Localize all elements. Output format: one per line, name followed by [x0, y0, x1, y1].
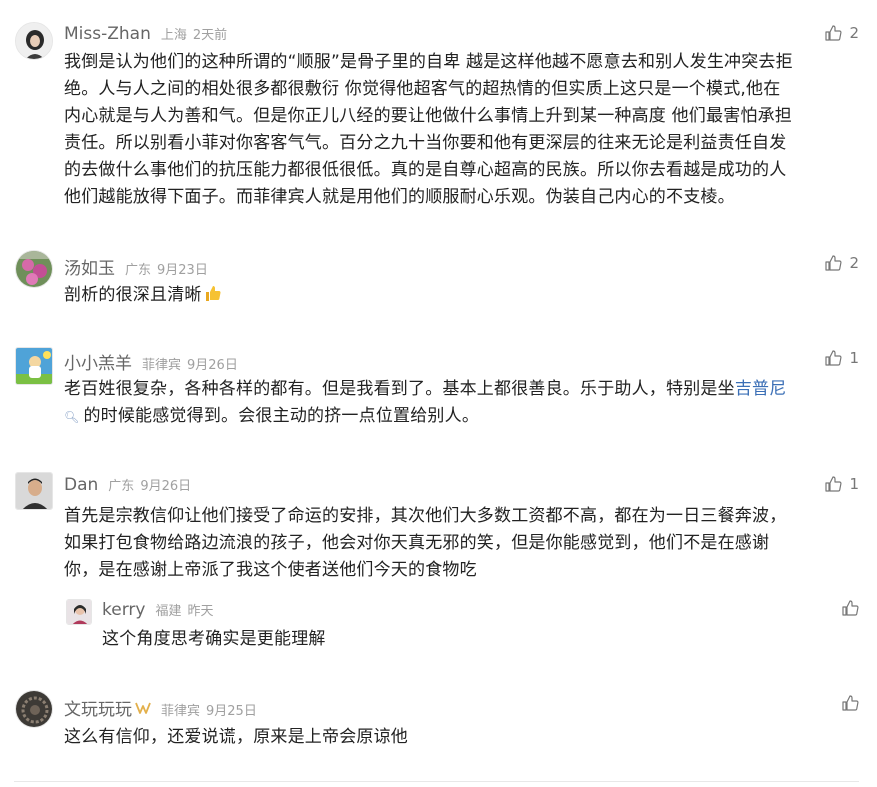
avatar[interactable]	[66, 599, 92, 625]
keyword-link[interactable]: 吉普尼	[735, 379, 787, 399]
search-icon[interactable]: 🔍︎	[64, 410, 79, 424]
comment-line: 首先是宗教信仰让他们接受了命运的安排，其次他们大多数工资都不高，都在为一日三餐奔…	[64, 506, 787, 526]
divider	[14, 781, 859, 782]
comment-line: 我倒是认为他们的这种所谓的“顺服”是骨子里的自卑 越是这样他越不愿意去和别人发生…	[64, 52, 793, 72]
like-count: 1	[849, 349, 859, 367]
comment-line: 你，是在感谢上帝派了我这个使者送他们今天的食物吃	[64, 560, 477, 580]
username[interactable]: 小小羔羊	[64, 349, 132, 374]
thumbs-up-emoji-icon	[204, 284, 222, 311]
location: 上海	[160, 28, 187, 43]
comment-text: 剖析的很深且清晰	[64, 282, 844, 311]
thumb-up-icon	[842, 600, 859, 616]
username[interactable]: 文玩玩玩	[64, 695, 132, 720]
comment-text: 这么有信仰，还爱说谎，原来是上帝会原谅他	[64, 724, 864, 751]
username[interactable]: 汤如玉	[64, 254, 115, 279]
reply-text: 这个角度思考确实是更能理解	[102, 626, 842, 653]
comment-line: 如果打包食物给路边流浪的孩子，他会对你天真无邪的笑，但是你能感觉到，他们不是在感…	[64, 533, 770, 553]
timestamp: 昨天	[187, 604, 214, 619]
like-button[interactable]: 2	[825, 24, 859, 42]
thumb-up-icon	[825, 25, 842, 41]
comment-line: 这么有信仰，还爱说谎，原来是上帝会原谅他	[64, 727, 408, 747]
avatar[interactable]	[15, 22, 53, 60]
thumb-up-icon	[825, 350, 842, 366]
username[interactable]: Dan	[64, 475, 98, 495]
comment-line: 他们越能放得下面子。而菲律宾人就是用他们的顺服耐心乐观。伪装自己内心的不支棱。	[64, 187, 735, 207]
timestamp: 9月26日	[187, 358, 238, 373]
comment-line: 剖析的很深且清晰	[64, 285, 202, 305]
timestamp: 2天前	[192, 28, 228, 43]
avatar[interactable]	[15, 250, 53, 288]
username[interactable]: kerry	[102, 600, 145, 620]
comment-line: 这个角度思考确实是更能理解	[102, 629, 326, 649]
like-count: 1	[849, 475, 859, 493]
username[interactable]: Miss-Zhan	[64, 24, 151, 44]
comment-line: 的去做什么事他们的抗压能力都很低很低。真的是自尊心超高的民族。所以你去看越是成功…	[64, 160, 787, 180]
comment-line: 绝。人与人之间的相处很多都很敷衍 你觉得他超客气的超热情的但实质上这只是一个模式…	[64, 79, 781, 99]
like-button[interactable]: 2	[825, 254, 859, 272]
like-count: 2	[849, 24, 859, 42]
location: 菲律宾	[142, 358, 182, 373]
thumb-up-icon	[842, 695, 859, 711]
timestamp: 9月26日	[140, 479, 192, 494]
comment-line: 责任。所以别看小菲对你客客气气。百分之九十当你要和他有更深层的往来无论是利益责任…	[64, 133, 787, 153]
avatar[interactable]	[15, 690, 53, 728]
like-button[interactable]: 1	[825, 349, 859, 367]
like-button[interactable]: 1	[825, 475, 859, 493]
comment-text: 我倒是认为他们的这种所谓的“顺服”是骨子里的自卑 越是这样他越不愿意去和别人发生…	[64, 49, 864, 211]
avatar[interactable]	[15, 472, 53, 510]
comment-line: 内心就是与人为善和气。但是你正儿八经的要让他做什么事情上升到某一种高度 他们最害…	[64, 106, 793, 126]
comment-line: 的时候能感觉得到。会很主动的挤一点位置给别人。	[83, 406, 480, 426]
timestamp: 9月23日	[157, 263, 208, 278]
location: 广东	[108, 479, 135, 494]
location: 广东	[125, 263, 152, 278]
like-button[interactable]	[842, 600, 859, 616]
comment-line: 老百姓很复杂，各种各样的都有。但是我看到了。基本上都很善良。乐于助人，特别是坐	[64, 379, 735, 399]
avatar[interactable]	[15, 347, 53, 385]
comment-text: 首先是宗教信仰让他们接受了命运的安排，其次他们大多数工资都不高，都在为一日三餐奔…	[64, 503, 864, 584]
comment-text: 老百姓很复杂，各种各样的都有。但是我看到了。基本上都很善良。乐于助人，特别是坐吉…	[64, 376, 864, 431]
location: 福建	[155, 604, 182, 619]
timestamp: 9月25日	[206, 704, 257, 719]
thumb-up-icon	[825, 476, 842, 492]
thumb-up-icon	[825, 255, 842, 271]
like-button[interactable]	[842, 695, 859, 711]
location: 菲律宾	[161, 704, 201, 719]
like-count: 2	[849, 254, 859, 272]
vip-badge-icon	[135, 700, 151, 714]
